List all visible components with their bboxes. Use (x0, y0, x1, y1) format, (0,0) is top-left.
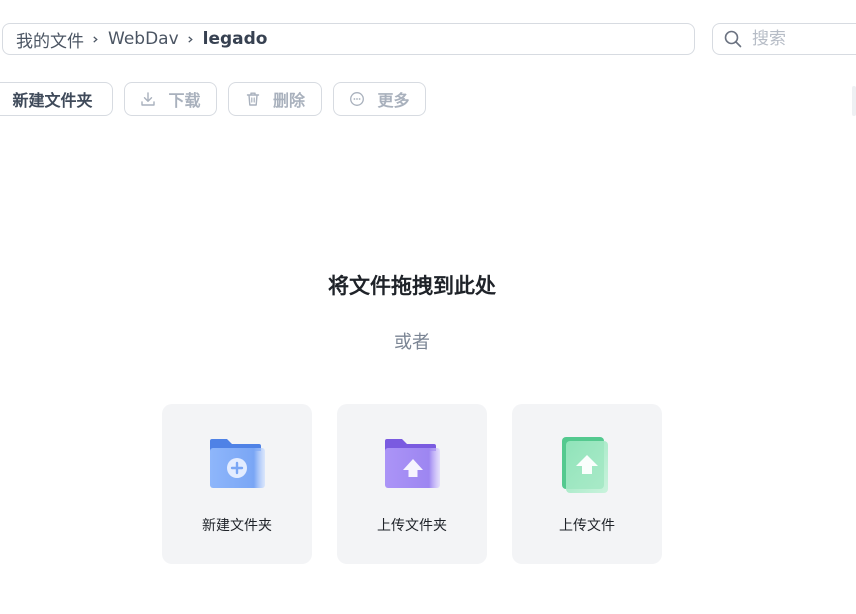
folder-plus-icon (210, 439, 265, 488)
more-label: 更多 (377, 91, 410, 110)
upload-file-card-label: 上传文件 (559, 518, 615, 534)
more-icon (350, 92, 365, 106)
new-folder-label: 新建文件夹 (12, 91, 93, 110)
new-folder-card[interactable]: 新建文件夹 (162, 404, 312, 564)
file-upload-icon (562, 437, 608, 493)
trash-icon (246, 92, 260, 106)
search-input[interactable] (752, 29, 856, 49)
search-box[interactable] (712, 23, 856, 55)
dropzone-or: 或者 (394, 332, 430, 353)
folder-upload-icon (385, 439, 440, 488)
download-icon (141, 92, 156, 106)
breadcrumb: 我的文件 WebDav legado (2, 23, 695, 55)
upload-folder-card[interactable]: 上传文件夹 (337, 404, 487, 564)
delete-label: 删除 (272, 91, 305, 110)
search-icon (724, 30, 742, 48)
dropzone-title: 将文件拖拽到此处 (328, 274, 496, 298)
chevron-right-icon (187, 35, 193, 43)
breadcrumb-item-current[interactable]: legado (203, 29, 268, 49)
download-button[interactable]: 下载 (124, 82, 217, 116)
breadcrumb-item-webdav[interactable]: WebDav (108, 29, 179, 49)
scrollbar[interactable] (852, 86, 856, 116)
more-button[interactable]: 更多 (333, 82, 426, 116)
delete-button[interactable]: 删除 (228, 82, 322, 116)
download-label: 下载 (168, 91, 201, 110)
breadcrumb-root[interactable]: 我的文件 (16, 27, 84, 52)
new-folder-card-label: 新建文件夹 (202, 518, 272, 534)
new-folder-button[interactable]: 新建文件夹 (0, 82, 113, 116)
chevron-right-icon (93, 35, 98, 43)
upload-folder-card-label: 上传文件夹 (377, 518, 447, 534)
upload-file-card[interactable]: 上传文件 (512, 404, 662, 564)
